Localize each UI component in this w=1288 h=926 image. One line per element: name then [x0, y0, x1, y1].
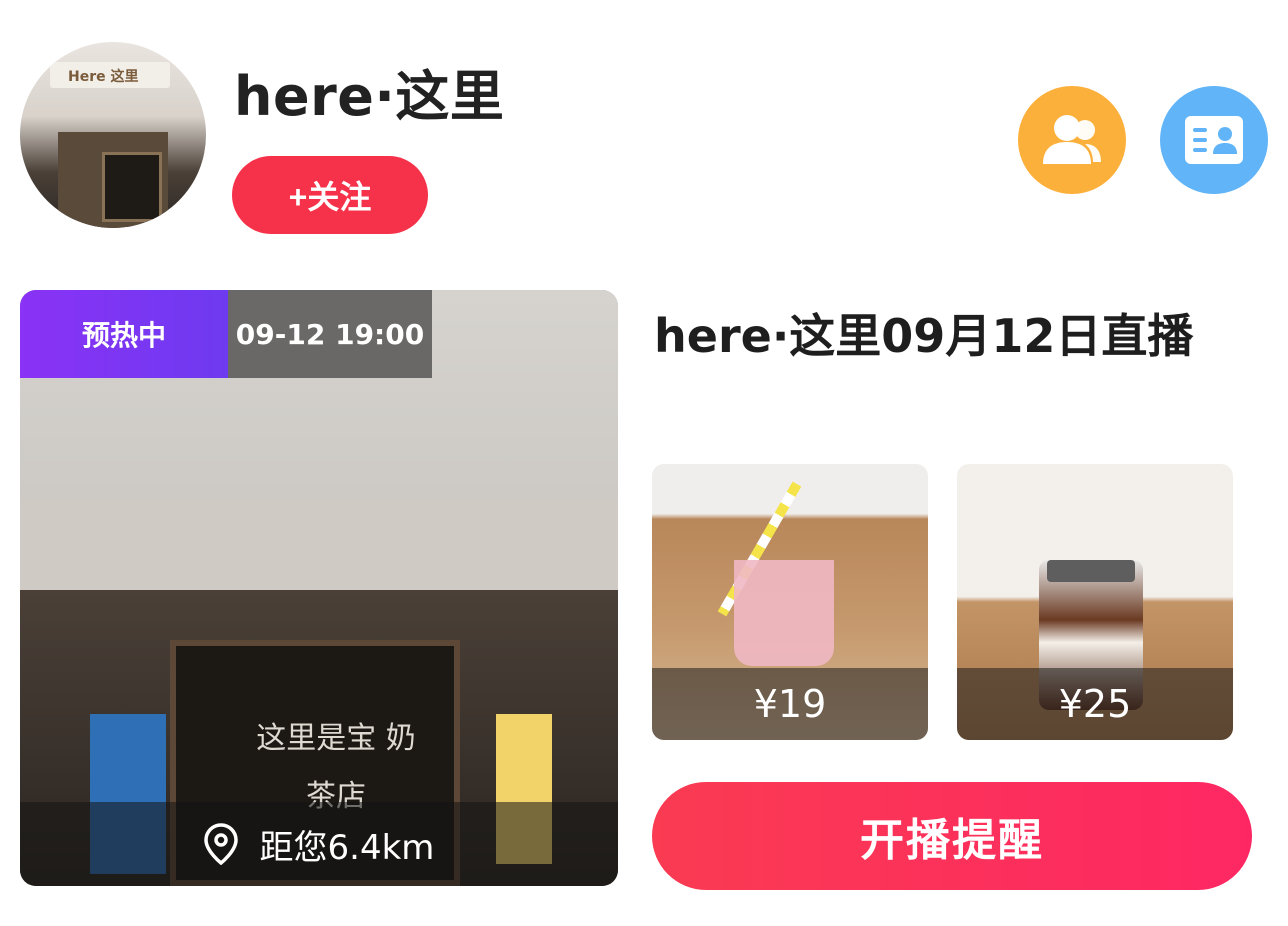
- logo-cocktail-icon: [484, 690, 528, 734]
- product-card[interactable]: ¥19: [652, 464, 928, 740]
- logo-drink-icon: [436, 690, 480, 734]
- avatar-door: [102, 152, 162, 222]
- live-title: here·这里09月12日直播: [654, 309, 1194, 363]
- product-price: ¥19: [652, 668, 928, 740]
- contact-card-icon: [1185, 116, 1243, 164]
- product-price: ¥25: [957, 668, 1233, 740]
- product-image-drink: [734, 560, 834, 666]
- users-icon: [1043, 115, 1101, 164]
- product-image-jar-lid: [1047, 560, 1135, 582]
- shop-name: here·这里: [234, 65, 505, 128]
- live-reminder-button[interactable]: 开播提醒: [652, 782, 1252, 890]
- live-time-badge: 09-12 19:00: [228, 290, 432, 378]
- distance-text: 距您6.4km: [259, 827, 435, 868]
- live-preview-card[interactable]: 预热中 09-12 19:00 距您6.4km: [20, 290, 618, 886]
- avatar-sign-text: Here 这里: [68, 69, 139, 85]
- storefront-logos: [436, 690, 576, 734]
- location-pin-icon: [203, 823, 238, 865]
- fans-button[interactable]: [1018, 86, 1126, 194]
- shop-avatar[interactable]: Here 这里: [20, 42, 206, 228]
- distance-bar: 距您6.4km: [20, 802, 618, 886]
- preheat-badge: 预热中: [20, 290, 228, 378]
- logo-cupcake-icon: [532, 690, 576, 734]
- contact-card-button[interactable]: [1160, 86, 1268, 194]
- product-card[interactable]: ¥25: [957, 464, 1233, 740]
- storefront-sign: [70, 660, 360, 710]
- follow-button[interactable]: +关注: [232, 156, 428, 234]
